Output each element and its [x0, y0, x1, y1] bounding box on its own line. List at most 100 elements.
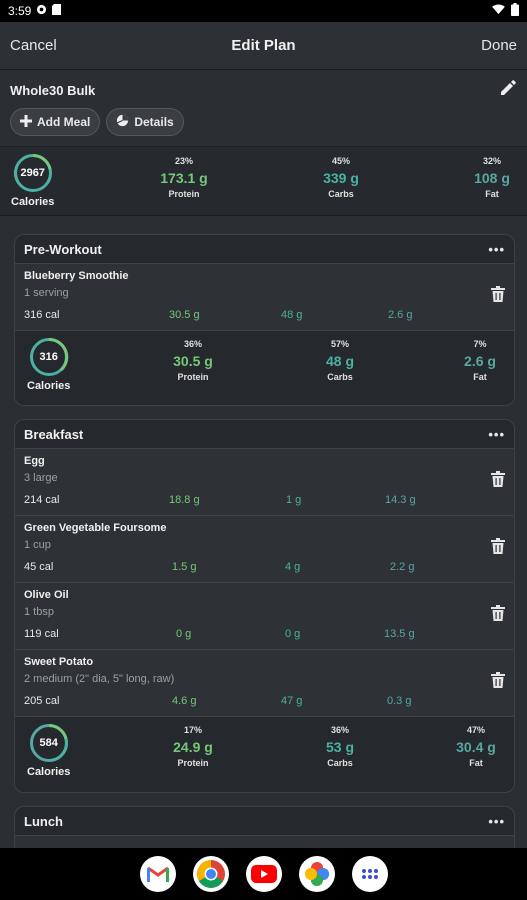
food-fat: 13.5 g — [384, 628, 415, 640]
food-fat: 2.6 g — [388, 309, 413, 321]
carbs-label: Carbs — [327, 372, 353, 382]
chrome-icon[interactable] — [192, 856, 229, 892]
food-calories: 214 cal — [24, 494, 60, 506]
food-row[interactable] — [15, 836, 514, 848]
status-time: 3:59 — [8, 4, 32, 18]
carbs-amount: 48 g — [325, 353, 354, 369]
edit-plan-screen: Cancel Edit Plan Done Whole30 Bulk Add M… — [0, 22, 527, 848]
gmail-icon[interactable] — [139, 856, 176, 892]
food-serving: 2 medium (2" dia, 5" long, raw) — [24, 673, 175, 685]
details-button[interactable]: Details — [106, 108, 184, 136]
meal-card-breakfast: Breakfast ••• Egg 3 large 214 cal 18.8 g… — [14, 419, 515, 793]
food-serving: 3 large — [24, 472, 58, 484]
food-fat: 2.2 g — [390, 561, 415, 573]
plan-name: Whole30 Bulk — [10, 82, 96, 98]
fat-amount: 30.4 g — [456, 739, 496, 755]
settings-icon — [36, 4, 47, 18]
meal-header: Lunch ••• — [15, 807, 514, 836]
food-row[interactable]: Olive Oil 1 tbsp 119 cal 0 g 0 g 13.5 g — [15, 583, 514, 650]
sd-card-icon — [52, 4, 62, 18]
trash-icon[interactable] — [491, 538, 505, 559]
fat-summary: 32% 108 g Fat — [447, 156, 527, 199]
meal-calories-value: 316 — [39, 351, 58, 363]
food-fat: 14.3 g — [385, 494, 416, 506]
food-name: Sweet Potato — [24, 656, 94, 668]
cancel-button[interactable]: Cancel — [10, 37, 90, 54]
meal-calories: 584 Calories — [27, 723, 70, 778]
meal-calories-label: Calories — [27, 380, 71, 392]
food-name: Egg — [24, 455, 45, 467]
protein-amount: 24.9 g — [173, 739, 213, 755]
food-protein: 4.6 g — [172, 695, 197, 707]
plan-totals: 2967 Calories 23% 173.1 g Protein 45% 33… — [0, 146, 527, 216]
protein-amount: 30.5 g — [173, 353, 213, 369]
meal-fat: 47% 30.4 g Fat — [431, 725, 514, 768]
more-options-icon[interactable]: ••• — [488, 427, 505, 442]
fat-label: Fat — [485, 189, 499, 199]
trash-icon[interactable] — [491, 286, 505, 307]
more-options-icon[interactable]: ••• — [488, 814, 505, 829]
carbs-amount: 339 g — [323, 170, 359, 186]
protein-label: Protein — [177, 372, 209, 382]
status-bar: 3:59 — [0, 0, 527, 22]
meal-carbs: 57% 48 g Carbs — [295, 339, 385, 382]
pencil-icon[interactable] — [499, 79, 517, 102]
calories-label: Calories — [11, 196, 55, 208]
fat-amount: 2.6 g — [464, 353, 496, 369]
meal-summary: 316 Calories 36% 30.5 g Protein 57% 48 g… — [15, 331, 514, 403]
meal-protein: 36% 30.5 g Protein — [148, 339, 238, 382]
fat-percent: 7% — [473, 339, 487, 349]
food-serving: 1 serving — [24, 287, 69, 299]
carbs-percent: 36% — [330, 725, 349, 735]
meal-title: Breakfast — [24, 426, 84, 442]
youtube-icon[interactable] — [245, 856, 282, 892]
meal-calories-label: Calories — [27, 766, 71, 778]
food-fat: 0.3 g — [387, 695, 412, 707]
protein-amount: 173.1 g — [160, 170, 208, 186]
food-serving: 1 cup — [24, 539, 51, 551]
fat-label: Fat — [473, 372, 487, 382]
meal-card-pre-workout: Pre-Workout ••• Blueberry Smoothie 1 ser… — [14, 234, 515, 406]
wifi-icon — [492, 4, 505, 18]
food-calories: 45 cal — [24, 561, 54, 573]
food-row[interactable]: Sweet Potato 2 medium (2" dia, 5" long, … — [15, 650, 514, 717]
navbar: Cancel Edit Plan Done — [0, 22, 527, 70]
trash-icon[interactable] — [491, 471, 505, 492]
details-label: Details — [134, 115, 174, 129]
meal-summary: 584 Calories 17% 24.9 g Protein 36% 53 g… — [15, 717, 514, 789]
meal-fat: 7% 2.6 g Fat — [435, 339, 514, 382]
food-name: Blueberry Smoothie — [24, 270, 129, 282]
calories-value: 2967 — [20, 167, 45, 179]
meal-title: Lunch — [24, 813, 63, 829]
battery-icon — [511, 3, 519, 19]
add-meal-label: Add Meal — [37, 115, 91, 129]
carbs-label: Carbs — [328, 189, 354, 199]
protein-percent: 36% — [183, 339, 202, 349]
plus-icon — [20, 114, 32, 130]
food-carbs: 1 g — [286, 494, 302, 506]
food-row[interactable]: Blueberry Smoothie 1 serving 316 cal 30.… — [15, 264, 514, 331]
photos-icon[interactable] — [298, 856, 335, 892]
pie-chart-icon — [116, 114, 129, 130]
trash-icon[interactable] — [491, 672, 505, 693]
food-row[interactable]: Green Vegetable Foursome 1 cup 45 cal 1.… — [15, 516, 514, 583]
carbs-percent: 45% — [331, 156, 350, 166]
app-drawer-icon[interactable] — [351, 856, 388, 892]
add-meal-button[interactable]: Add Meal — [10, 108, 101, 136]
meal-protein: 17% 24.9 g Protein — [148, 725, 238, 768]
more-options-icon[interactable]: ••• — [488, 242, 505, 257]
done-button[interactable]: Done — [437, 37, 517, 54]
protein-summary: 23% 173.1 g Protein — [139, 156, 229, 199]
meal-calories-value: 584 — [39, 737, 58, 749]
protein-percent: 23% — [174, 156, 193, 166]
meal-carbs: 36% 53 g Carbs — [295, 725, 385, 768]
protein-percent: 17% — [183, 725, 202, 735]
fat-percent: 32% — [482, 156, 501, 166]
trash-icon[interactable] — [491, 605, 505, 626]
food-row[interactable]: Egg 3 large 214 cal 18.8 g 1 g 14.3 g — [15, 449, 514, 516]
app-dock — [0, 848, 527, 900]
fat-amount: 108 g — [474, 170, 510, 186]
plan-header: Whole30 Bulk Add Meal Details — [0, 70, 527, 136]
carbs-summary: 45% 339 g Carbs — [296, 156, 386, 199]
protein-label: Protein — [168, 189, 200, 199]
